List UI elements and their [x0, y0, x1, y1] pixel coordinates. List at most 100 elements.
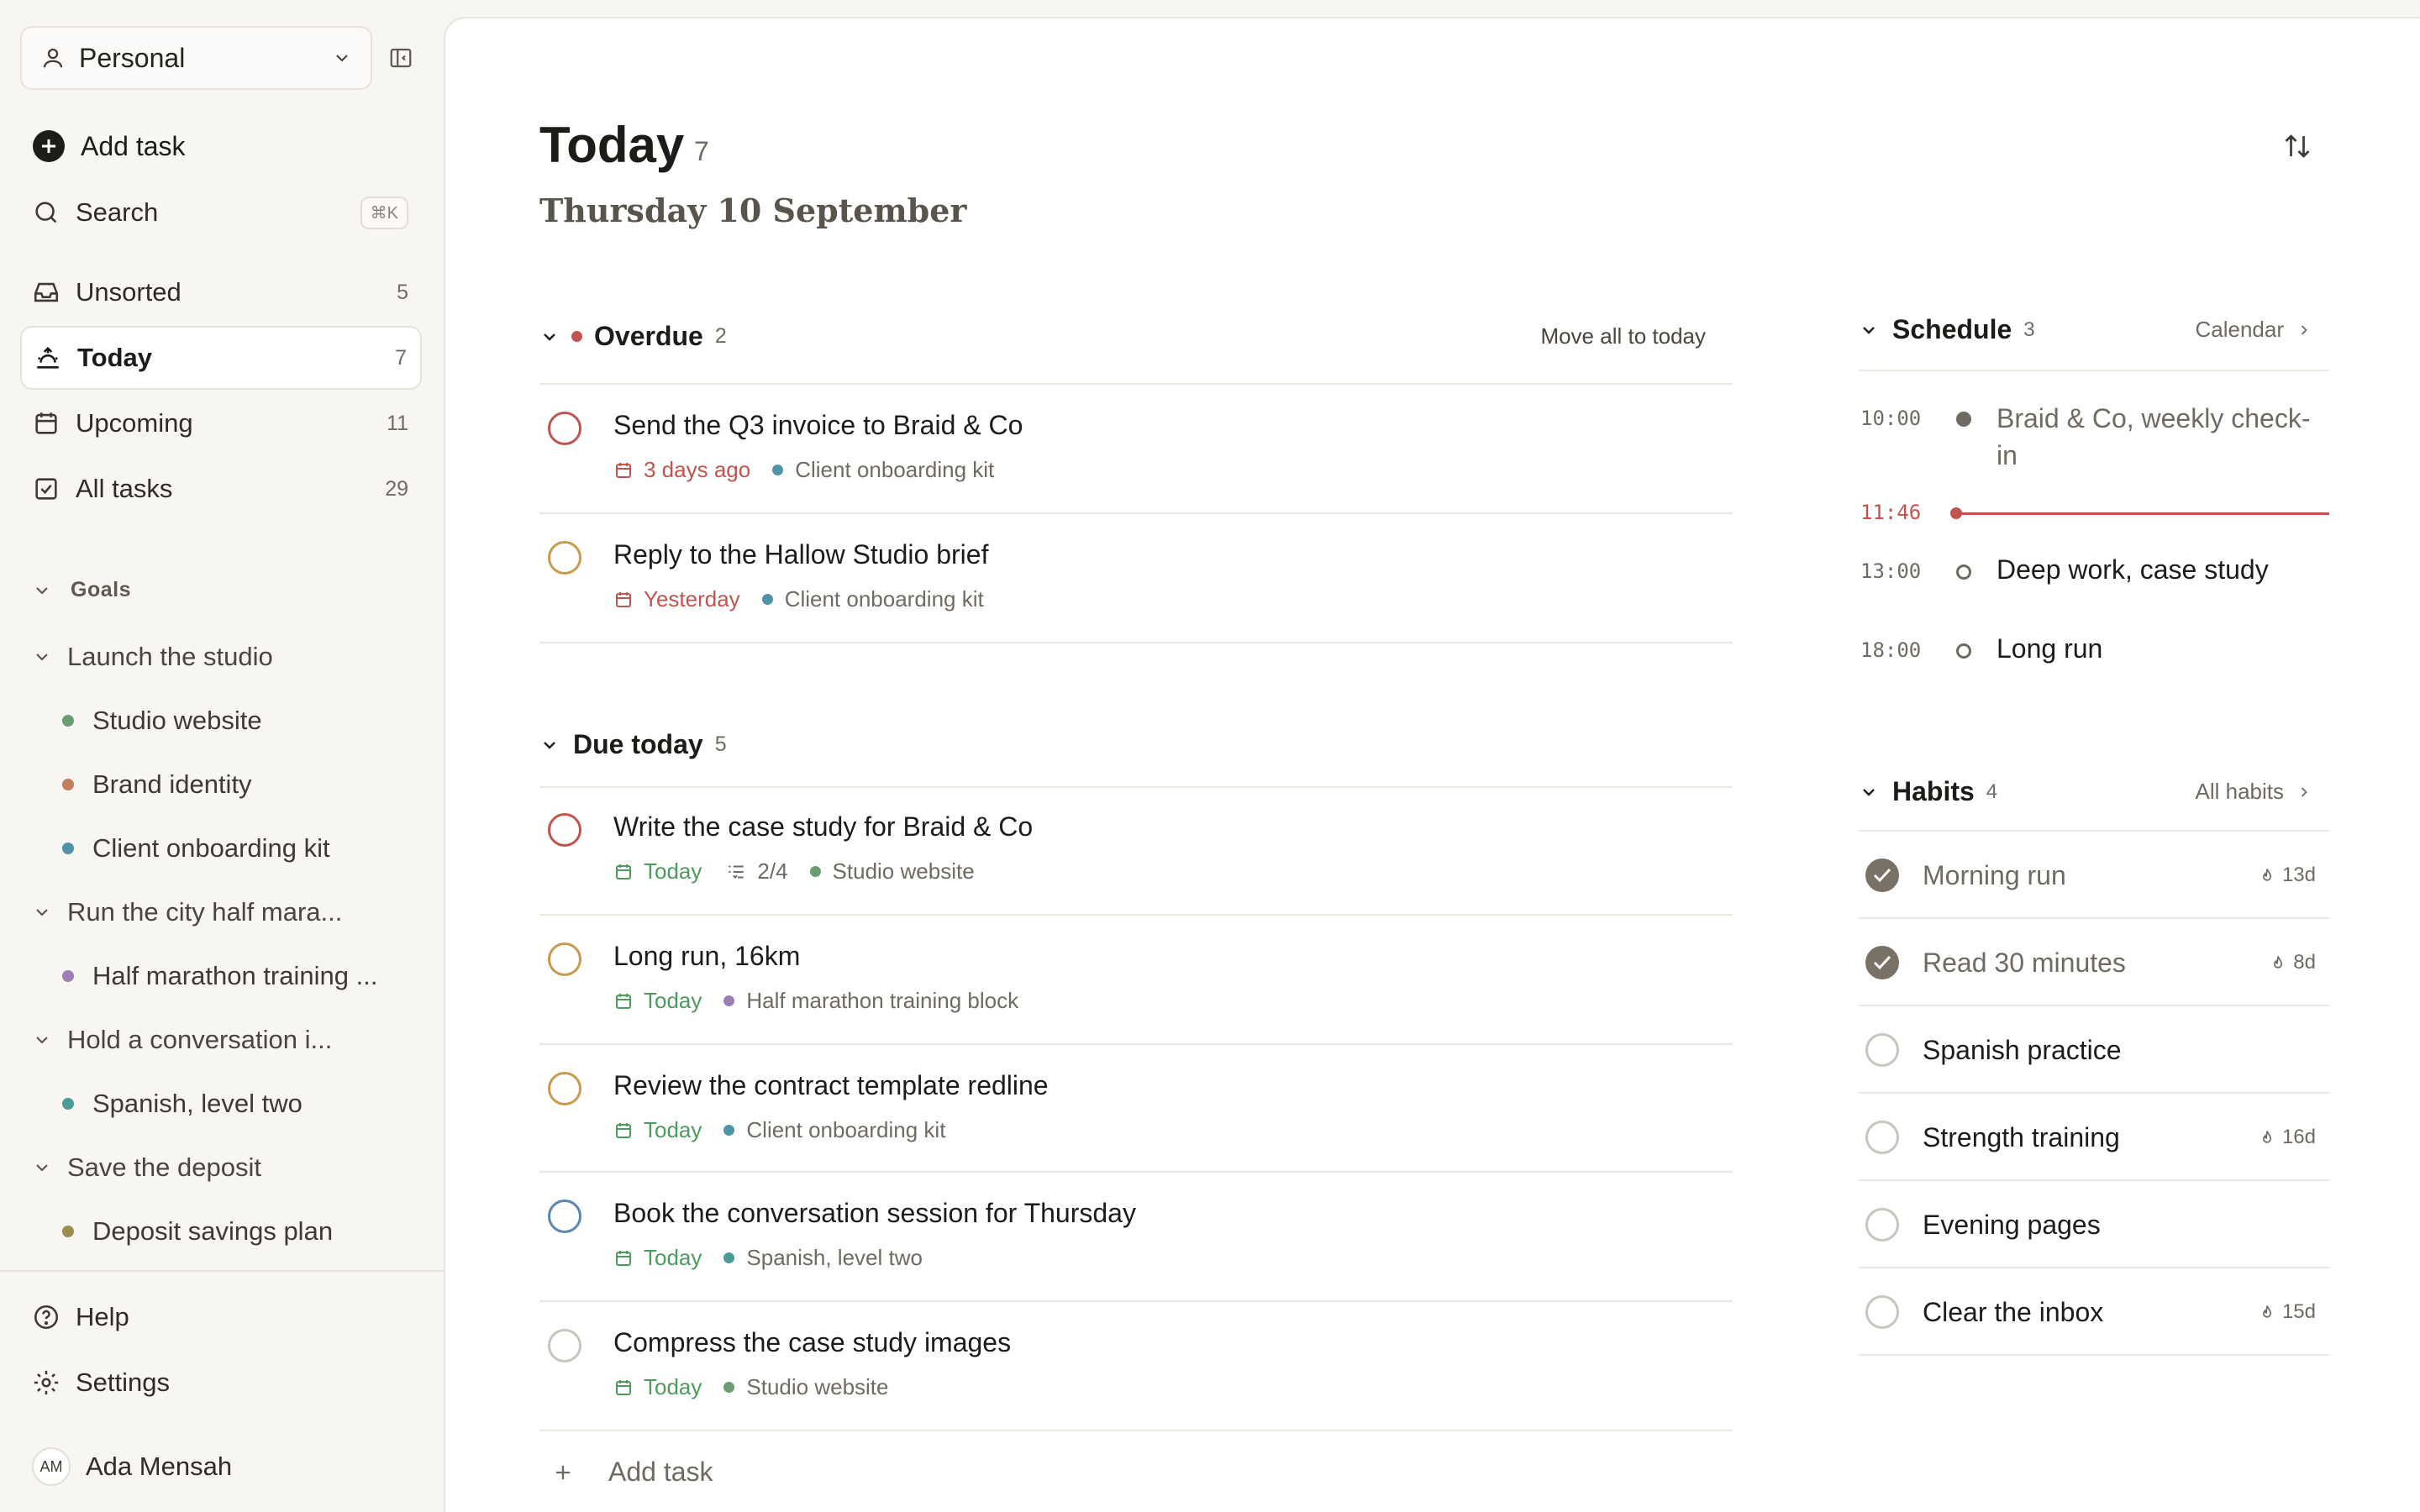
task-checkbox[interactable] [548, 1329, 581, 1362]
task-due-date: Today [644, 988, 702, 1013]
goal-launch-the-studio[interactable]: Launch the studio [32, 630, 410, 684]
event-title[interactable]: Braid & Co, weekly check-in [1996, 400, 2329, 474]
habit-checkbox[interactable] [1865, 946, 1899, 979]
task-checkbox[interactable] [548, 412, 581, 445]
search-button[interactable]: Search ⌘K [20, 181, 422, 244]
calendar-link-label: Calendar [2195, 317, 2284, 342]
task-project: Spanish, level two [746, 1245, 923, 1270]
habit-name: Evening pages [1923, 1210, 2101, 1240]
habit-name: Strength training [1923, 1122, 2120, 1152]
habit-row[interactable]: Read 30 minutes 8d [1859, 919, 2329, 1006]
user-profile[interactable]: AM Ada Mensah [20, 1435, 422, 1499]
project-label: Client onboarding kit [92, 833, 330, 863]
calendar-icon [616, 993, 631, 1009]
project-label: Spanish, level two [92, 1089, 302, 1118]
project-color-dot [723, 1125, 735, 1136]
goal-conversation[interactable]: Hold a conversation i... [32, 1013, 410, 1067]
task-checkbox[interactable] [548, 541, 581, 575]
task-project: Studio website [746, 1374, 889, 1399]
chevron-down-icon[interactable] [1859, 320, 1879, 340]
task-row[interactable]: Compress the case study images Today Stu… [539, 1302, 1733, 1430]
collapse-sidebar-icon[interactable] [388, 45, 413, 71]
calendar-icon [616, 1122, 631, 1138]
schedule-header: Schedule 3 Calendar [1859, 314, 2329, 345]
habit-checkbox[interactable] [1865, 1121, 1899, 1154]
goals-section-toggle[interactable]: Goals [32, 578, 131, 602]
project-studio-website[interactable]: Studio website [62, 694, 415, 748]
settings-label: Settings [76, 1368, 171, 1397]
project-spanish-level-two[interactable]: Spanish, level two [62, 1077, 415, 1131]
chevron-down-icon[interactable] [539, 327, 560, 347]
task-checkbox[interactable] [548, 1072, 581, 1105]
event-title[interactable]: Long run [1996, 633, 2102, 664]
chevron-down-icon [36, 586, 48, 595]
all-habits-link[interactable]: All habits [2196, 779, 2313, 805]
sidebar-item-today[interactable]: Today 7 [20, 326, 422, 390]
check-icon [1873, 868, 1891, 883]
add-task-button[interactable]: Add task [20, 114, 422, 178]
overdue-section-header: Overdue 2 Move all to today [539, 321, 1733, 352]
habit-checkbox[interactable] [1865, 1033, 1899, 1067]
chevron-down-icon[interactable] [1859, 782, 1879, 802]
task-subtask-count: 2/4 [757, 858, 788, 884]
habit-row[interactable]: Clear the inbox 15d [1859, 1268, 2329, 1356]
project-deposit-savings-plan[interactable]: Deposit savings plan [62, 1205, 415, 1258]
habit-checkbox[interactable] [1865, 1295, 1899, 1329]
schedule-title: Schedule [1892, 314, 2012, 344]
calendar-link[interactable]: Calendar [2195, 317, 2312, 343]
event-title[interactable]: Deep work, case study [1996, 554, 2269, 585]
task-checkbox[interactable] [548, 942, 581, 976]
task-row[interactable]: Reply to the Hallow Studio brief Yesterd… [539, 514, 1733, 642]
calendar-icon [616, 591, 631, 607]
task-row[interactable]: Write the case study for Braid & Co Toda… [539, 786, 1733, 914]
project-color-dot [62, 1098, 74, 1110]
task-checkbox[interactable] [548, 1200, 581, 1233]
sidebar-item-all-tasks[interactable]: All tasks 29 [20, 457, 422, 521]
due-today-section-header: Due today 5 [539, 729, 1733, 760]
help-icon [34, 1305, 59, 1330]
add-task-inline-button[interactable]: Add task [539, 1457, 713, 1488]
user-name: Ada Mensah [86, 1452, 233, 1481]
overdue-dot [571, 331, 582, 342]
project-client-onboarding-kit[interactable]: Client onboarding kit [62, 822, 415, 875]
help-button[interactable]: Help [20, 1285, 422, 1349]
settings-button[interactable]: Settings [20, 1351, 422, 1415]
habit-row[interactable]: Spanish practice [1859, 1006, 2329, 1094]
task-row[interactable]: Book the conversation session for Thursd… [539, 1173, 1733, 1300]
habit-row[interactable]: Morning run 13d [1859, 832, 2329, 919]
habit-row[interactable]: Strength training 16d [1859, 1094, 2329, 1181]
goal-half-marathon[interactable]: Run the city half mara... [32, 885, 410, 939]
project-brand-identity[interactable]: Brand identity [62, 758, 415, 811]
check-icon [1873, 955, 1891, 970]
divider [539, 642, 1733, 643]
goal-save-the-deposit[interactable]: Save the deposit [32, 1141, 410, 1194]
task-title: Write the case study for Braid & Co [613, 811, 1034, 842]
sidebar-item-upcoming[interactable]: Upcoming 11 [20, 391, 422, 455]
task-due-date: Today [644, 858, 702, 884]
sidebar-item-unsorted[interactable]: Unsorted 5 [20, 260, 422, 324]
sidebar-item-count: 5 [397, 280, 408, 304]
search-icon [35, 202, 57, 223]
habit-name: Morning run [1923, 860, 2066, 890]
habit-checkbox[interactable] [1865, 858, 1899, 892]
project-color-dot [809, 866, 821, 877]
project-half-marathon-training[interactable]: Half marathon training ... [62, 949, 415, 1003]
task-row[interactable]: Send the Q3 invoice to Braid & Co 3 days… [539, 385, 1733, 512]
workspace-switcher[interactable]: Personal [20, 26, 372, 90]
habit-name: Spanish practice [1923, 1035, 2122, 1065]
chevron-down-icon[interactable] [539, 735, 560, 755]
sort-icon[interactable] [2282, 131, 2312, 161]
due-today-title: Due today [573, 729, 703, 759]
habit-checkbox[interactable] [1865, 1208, 1899, 1242]
move-all-to-today-button[interactable]: Move all to today [1540, 323, 1706, 349]
habit-row[interactable]: Evening pages [1859, 1181, 2329, 1268]
goal-label: Launch the studio [67, 642, 273, 671]
sidebar-item-count: 29 [385, 476, 408, 501]
task-row[interactable]: Review the contract template redline Tod… [539, 1045, 1733, 1173]
page-date: Thursday 10 September [539, 192, 967, 229]
task-row[interactable]: Long run, 16km Today Half marathon train… [539, 916, 1733, 1043]
sidebar-divider [0, 1270, 444, 1272]
due-today-count: 5 [714, 732, 727, 756]
task-due-date: Today [644, 1245, 702, 1270]
task-checkbox[interactable] [548, 813, 581, 847]
